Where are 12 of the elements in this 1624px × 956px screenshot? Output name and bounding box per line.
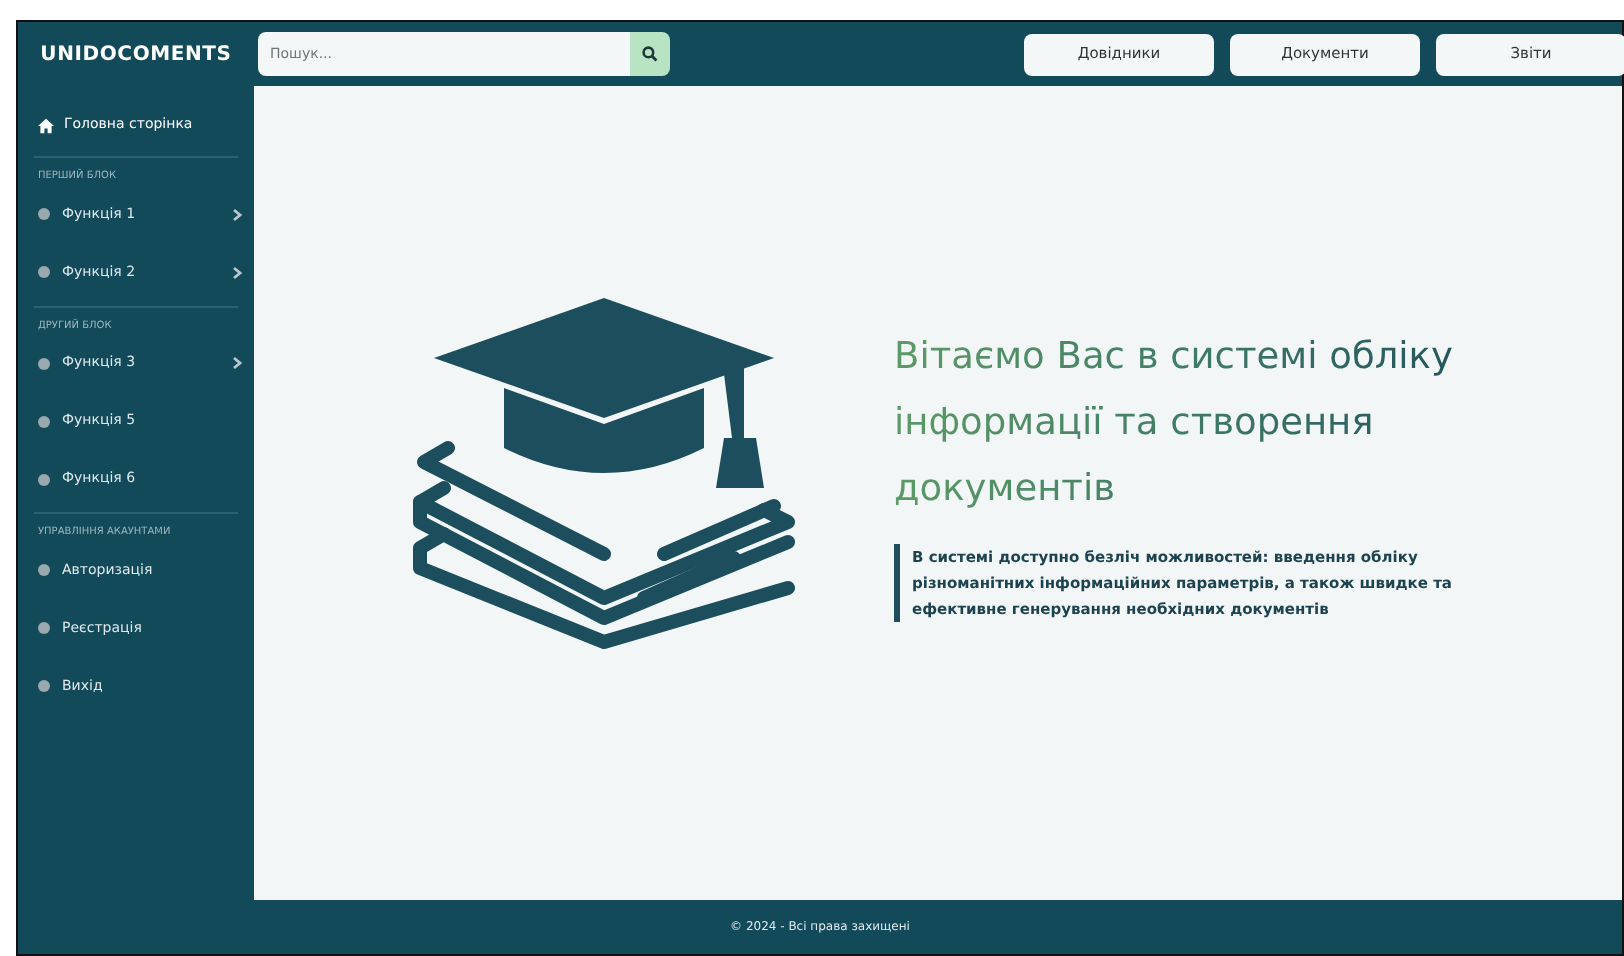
bullet-icon <box>38 473 50 485</box>
bullet-icon <box>38 208 50 220</box>
brand-logo[interactable]: UNIDOCOMENTS <box>18 39 254 69</box>
search-button[interactable] <box>630 32 670 76</box>
bullet-icon <box>38 622 50 634</box>
bullet-icon <box>38 357 50 369</box>
bullet-icon <box>38 680 50 692</box>
bullet-icon <box>38 415 50 427</box>
home-icon <box>38 117 54 133</box>
bullet-icon <box>38 564 50 576</box>
bullet-icon <box>38 266 50 278</box>
search-icon <box>642 46 658 62</box>
